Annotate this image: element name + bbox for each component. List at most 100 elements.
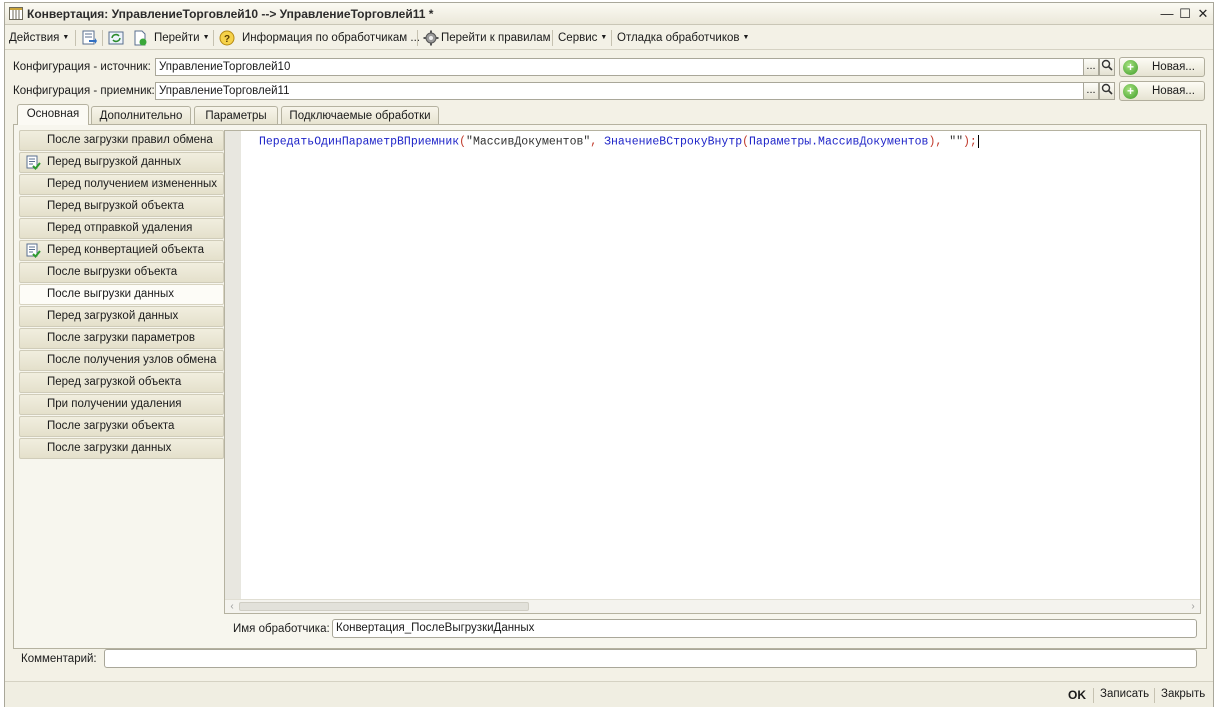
text-cursor (977, 135, 979, 148)
search-icon (1101, 83, 1113, 95)
target-search-button[interactable] (1099, 82, 1115, 100)
actions-menu-label: Действия (9, 32, 60, 45)
code-token: ( (459, 135, 467, 149)
window-title: Конвертация: УправлениеТорговлей10 --> У… (27, 7, 434, 21)
source-new-button[interactable]: + Новая... (1119, 57, 1205, 77)
minimize-button[interactable]: — (1159, 6, 1175, 22)
search-icon (1101, 59, 1113, 71)
tab-additional[interactable]: Дополнительно (91, 106, 191, 125)
source-search-button[interactable] (1099, 58, 1115, 76)
scrollbar-thumb[interactable] (239, 602, 529, 611)
event-after-load-rules[interactable]: После загрузки правил обмена (19, 130, 224, 151)
plus-icon: + (1123, 60, 1138, 75)
toolbar-separator (213, 30, 214, 46)
event-label: После загрузки данных (47, 442, 172, 454)
code-token: , (590, 135, 605, 149)
export-icon[interactable] (81, 30, 97, 46)
source-config-field[interactable]: УправлениеТорговлей10 (155, 58, 1084, 76)
chevron-down-icon: ▼ (202, 34, 210, 41)
event-after-import-data[interactable]: После загрузки данных (19, 438, 224, 459)
bottom-bar: OK Записать Закрыть (5, 681, 1213, 707)
source-select-button[interactable]: ... (1083, 58, 1099, 76)
debug-menu[interactable]: Отладка обработчиков ▼ (617, 29, 749, 47)
target-config-label: Конфигурация - приемник: (13, 85, 155, 97)
toolbar-separator (552, 30, 553, 46)
event-before-get-changed[interactable]: Перед получением измененных (19, 174, 224, 195)
target-new-label: Новая... (1152, 85, 1195, 97)
event-label: После загрузки правил обмена (47, 134, 213, 146)
document-icon[interactable] (132, 30, 148, 46)
comment-field[interactable] (104, 649, 1197, 668)
code-check-icon (26, 243, 41, 258)
source-config-label: Конфигурация - источник: (13, 61, 151, 73)
event-on-get-deletion[interactable]: При получении удаления (19, 394, 224, 415)
event-after-load-parameters[interactable]: После загрузки параметров (19, 328, 224, 349)
event-label: Перед получением измененных (47, 178, 218, 190)
bottom-separator (1154, 688, 1155, 703)
code-token: "" (949, 135, 963, 149)
chevron-down-icon: ▼ (600, 34, 608, 41)
event-label: Перед загрузкой данных (47, 310, 179, 322)
toolbar-separator (417, 30, 418, 46)
plus-icon: + (1123, 84, 1138, 99)
tab-main[interactable]: Основная (17, 104, 89, 125)
code-token: ( (742, 135, 750, 149)
source-new-label: Новая... (1152, 61, 1195, 73)
target-config-field[interactable]: УправлениеТорговлей11 (155, 82, 1084, 100)
event-label: После получения узлов обмена (47, 354, 217, 366)
service-menu[interactable]: Сервис ▼ (558, 29, 607, 47)
help-icon[interactable]: ? (219, 30, 235, 46)
event-before-import-data[interactable]: Перед загрузкой данных (19, 306, 224, 327)
handler-name-field[interactable]: Конвертация_ПослеВыгрузкиДанных (332, 619, 1197, 638)
ok-button[interactable]: OK (1068, 688, 1086, 702)
save-button[interactable]: Записать (1100, 688, 1149, 700)
editor-gutter (225, 131, 241, 599)
toolbar-separator (75, 30, 76, 46)
debug-menu-label: Отладка обработчиков (617, 32, 740, 45)
event-before-import-object[interactable]: Перед загрузкой объекта (19, 372, 224, 393)
maximize-button[interactable]: ☐ (1177, 6, 1193, 22)
scroll-right-icon[interactable]: › (1186, 600, 1200, 613)
event-before-export-object[interactable]: Перед выгрузкой объекта (19, 196, 224, 217)
event-after-get-exchange-nodes[interactable]: После получения узлов обмена (19, 350, 224, 371)
event-label: При получении удаления (47, 398, 182, 410)
event-before-send-deletion[interactable]: Перед отправкой удаления (19, 218, 224, 239)
event-label: После выгрузки данных (47, 288, 175, 300)
target-new-button[interactable]: + Новая... (1119, 81, 1205, 101)
chevron-down-icon: ▼ (742, 34, 750, 41)
actions-menu[interactable]: Действия ▼ (9, 29, 69, 47)
event-after-import-object[interactable]: После загрузки объекта (19, 416, 224, 437)
gear-icon[interactable] (423, 30, 439, 46)
title-bar: Конвертация: УправлениеТорговлей10 --> У… (5, 3, 1213, 25)
code-token: ); (963, 135, 977, 149)
toolbar-separator (611, 30, 612, 46)
rules-icon (9, 7, 23, 20)
handler-name-label: Имя обработчика: (233, 623, 330, 635)
tab-plugins[interactable]: Подключаемые обработки (281, 106, 439, 125)
event-label: Перед отправкой удаления (47, 222, 193, 234)
event-label: После загрузки параметров (47, 332, 196, 344)
toolbar-separator (102, 30, 103, 46)
event-after-export-data[interactable]: После выгрузки данных (19, 284, 224, 305)
chevron-down-icon: ▼ (62, 34, 70, 41)
goto-menu[interactable]: Перейти ▼ (154, 29, 210, 47)
close-form-button[interactable]: Закрыть (1161, 688, 1205, 700)
tab-parameters[interactable]: Параметры (194, 106, 278, 125)
comment-label: Комментарий: (21, 653, 97, 665)
event-before-convert-object[interactable]: Перед конвертацией объекта (19, 240, 224, 261)
handlers-info-button[interactable]: Информация по обработчикам ... (242, 29, 420, 47)
refresh-icon[interactable] (108, 30, 124, 46)
goto-rules-button[interactable]: Перейти к правилам (441, 29, 551, 47)
event-after-export-object[interactable]: После выгрузки объекта (19, 262, 224, 283)
close-button[interactable]: ✕ (1195, 6, 1211, 22)
horizontal-scrollbar[interactable]: ‹ › (225, 599, 1200, 613)
event-before-export-data[interactable]: Перед выгрузкой данных (19, 152, 224, 173)
bottom-separator (1093, 688, 1094, 703)
svg-text:?: ? (224, 34, 230, 45)
code-token: , (935, 135, 950, 149)
event-label: После загрузки объекта (47, 420, 175, 432)
code-editor[interactable]: ПередатьОдинПараметрВПриемник("МассивДок… (224, 130, 1201, 614)
scroll-left-icon[interactable]: ‹ (225, 600, 239, 613)
target-select-button[interactable]: ... (1083, 82, 1099, 100)
code-token: ПередатьОдинПараметрВПриемник (259, 135, 460, 149)
